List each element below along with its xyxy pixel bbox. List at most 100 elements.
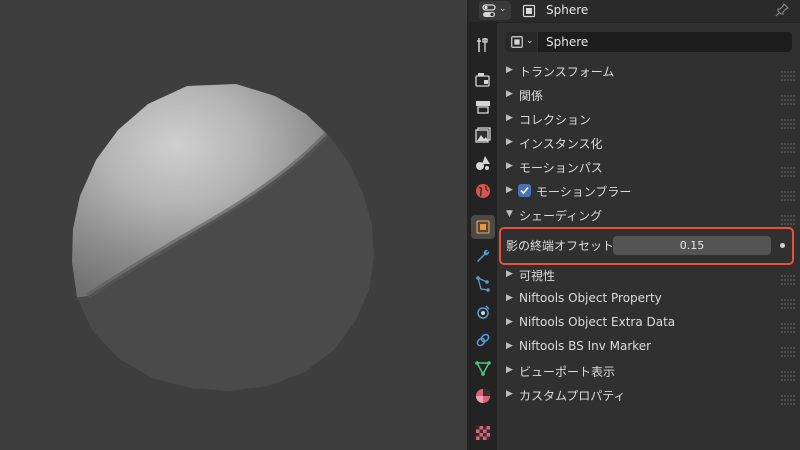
section-label: 関係 bbox=[519, 89, 544, 103]
section-label: Niftools Object Extra Data bbox=[519, 315, 676, 329]
drag-handle-icon[interactable] bbox=[781, 366, 795, 381]
material-icon bbox=[476, 389, 490, 403]
tab-physics[interactable] bbox=[471, 300, 495, 324]
disclosure-collapsed-icon: ▶ bbox=[506, 389, 513, 399]
section-label: Niftools Object Property bbox=[519, 291, 662, 305]
tab-world[interactable] bbox=[471, 179, 495, 203]
object-type-selector[interactable]: ⌄ bbox=[505, 32, 537, 52]
tab-particles[interactable] bbox=[471, 272, 495, 296]
section-label: インスタンス化 bbox=[519, 137, 603, 151]
section-label: トランスフォーム bbox=[519, 65, 615, 79]
section-label: コレクション bbox=[519, 113, 592, 127]
tab-scene[interactable] bbox=[471, 151, 495, 175]
drag-handle-icon[interactable] bbox=[781, 114, 795, 129]
disclosure-collapsed-icon: ▶ bbox=[506, 293, 513, 303]
output-icon bbox=[476, 101, 490, 114]
panel-section-header[interactable]: ▼ シェーディング bbox=[497, 203, 800, 227]
tab-tool[interactable] bbox=[471, 33, 495, 57]
section-label: Niftools BS Inv Marker bbox=[519, 339, 652, 353]
panel-section-header[interactable]: ▶ Niftools BS Inv Marker bbox=[497, 335, 800, 359]
keyframe-dot-icon[interactable] bbox=[780, 243, 785, 248]
object-icon bbox=[476, 220, 490, 234]
tab-constraints[interactable] bbox=[471, 328, 495, 352]
drag-handle-icon[interactable] bbox=[781, 270, 795, 285]
disclosure-collapsed-icon: ▶ bbox=[506, 365, 513, 375]
section-label: シェーディング bbox=[519, 209, 603, 223]
disclosure-expanded-icon: ▼ bbox=[506, 209, 513, 219]
wrench-icon bbox=[477, 249, 490, 262]
disclosure-collapsed-icon: ▶ bbox=[506, 269, 513, 279]
disclosure-collapsed-icon: ▶ bbox=[506, 317, 513, 327]
drag-handle-icon[interactable] bbox=[781, 138, 795, 153]
section-label: モーションブラー bbox=[536, 185, 632, 199]
panel-section-header[interactable]: ▶ 可視性 bbox=[497, 263, 800, 287]
scene-icon bbox=[476, 156, 490, 170]
3d-viewport[interactable] bbox=[0, 0, 467, 450]
disclosure-collapsed-icon: ▶ bbox=[506, 185, 513, 195]
panel-section-header[interactable]: ▶ モーションパス bbox=[497, 155, 800, 179]
header-title: Sphere bbox=[546, 3, 589, 17]
properties-panel: ⌄ Sphere ⌄ Sphere ▶ トランスフォーム ▶ 関係 ▶ コレクシ… bbox=[469, 0, 800, 450]
tab-texture[interactable] bbox=[471, 421, 495, 445]
drag-handle-icon[interactable] bbox=[781, 186, 795, 201]
shadow-terminator-offset-label: 影の終端オフセット bbox=[506, 239, 615, 253]
section-label: モーションパス bbox=[519, 161, 603, 175]
panel-section-header[interactable]: ▶ モーションブラー bbox=[497, 179, 800, 203]
chevron-down-icon: ⌄ bbox=[526, 36, 534, 46]
checkmark-icon bbox=[520, 186, 529, 195]
tab-data[interactable] bbox=[471, 356, 495, 380]
panel-section-header[interactable]: ▶ インスタンス化 bbox=[497, 131, 800, 155]
properties-editor-icon bbox=[482, 4, 496, 17]
disclosure-collapsed-icon: ▶ bbox=[506, 137, 513, 147]
object-name-field[interactable]: Sphere bbox=[538, 32, 792, 52]
drag-handle-icon[interactable] bbox=[781, 390, 795, 405]
tab-render[interactable] bbox=[471, 68, 495, 92]
properties-content: ⌄ Sphere ▶ トランスフォーム ▶ 関係 ▶ コレクション ▶ インスタンス化 ▶ モーシ… bbox=[497, 23, 800, 450]
tab-object[interactable] bbox=[471, 215, 495, 239]
object-name-row: ⌄ Sphere bbox=[505, 32, 792, 52]
editor-type-selector[interactable]: ⌄ bbox=[479, 1, 511, 20]
section-label: 可視性 bbox=[519, 269, 556, 283]
drag-handle-icon[interactable] bbox=[781, 342, 795, 357]
texture-icon bbox=[476, 426, 490, 440]
tab-output[interactable] bbox=[471, 95, 495, 119]
panel-section-header[interactable]: ▶ コレクション bbox=[497, 107, 800, 131]
sphere-mesh[interactable] bbox=[0, 0, 467, 450]
object-icon bbox=[511, 36, 523, 48]
disclosure-collapsed-icon: ▶ bbox=[506, 161, 513, 171]
drag-handle-icon[interactable] bbox=[781, 294, 795, 309]
drag-handle-icon[interactable] bbox=[781, 210, 795, 225]
section-enable-checkbox[interactable] bbox=[518, 184, 531, 197]
world-icon bbox=[476, 184, 490, 198]
panel-section-header[interactable]: ▶ トランスフォーム bbox=[497, 59, 800, 83]
render-icon bbox=[475, 73, 490, 87]
disclosure-collapsed-icon: ▶ bbox=[506, 341, 513, 351]
view-layer-icon bbox=[475, 127, 491, 143]
tab-modifiers[interactable] bbox=[471, 244, 495, 268]
disclosure-collapsed-icon: ▶ bbox=[506, 89, 513, 99]
tab-view-layer[interactable] bbox=[471, 123, 495, 147]
tab-material[interactable] bbox=[471, 384, 495, 408]
properties-header: ⌄ Sphere bbox=[469, 0, 800, 23]
panel-section-header[interactable]: ▶ Niftools Object Extra Data bbox=[497, 311, 800, 335]
pin-icon[interactable] bbox=[775, 3, 789, 17]
tool-icon bbox=[477, 38, 488, 52]
properties-tab-bar bbox=[469, 23, 497, 450]
drag-handle-icon[interactable] bbox=[781, 318, 795, 333]
section-label: カスタムプロパティ bbox=[519, 389, 626, 403]
panel-section-header[interactable]: ▶ 関係 bbox=[497, 83, 800, 107]
mesh-data-icon bbox=[475, 361, 491, 376]
section-label: ビューポート表示 bbox=[519, 365, 616, 379]
chevron-down-icon: ⌄ bbox=[499, 4, 507, 14]
drag-handle-icon[interactable] bbox=[781, 90, 795, 105]
shadow-terminator-offset-field[interactable]: 0.15 bbox=[613, 236, 771, 255]
object-icon bbox=[522, 4, 536, 18]
disclosure-collapsed-icon: ▶ bbox=[506, 113, 513, 123]
drag-handle-icon[interactable] bbox=[781, 162, 795, 177]
drag-handle-icon[interactable] bbox=[781, 66, 795, 81]
panel-section-header[interactable]: ▶ Niftools Object Property bbox=[497, 287, 800, 311]
panel-section-header[interactable]: ▶ カスタムプロパティ bbox=[497, 383, 800, 407]
disclosure-collapsed-icon: ▶ bbox=[506, 65, 513, 75]
panel-section-header[interactable]: ▶ ビューポート表示 bbox=[497, 359, 800, 383]
physics-icon bbox=[477, 305, 490, 319]
